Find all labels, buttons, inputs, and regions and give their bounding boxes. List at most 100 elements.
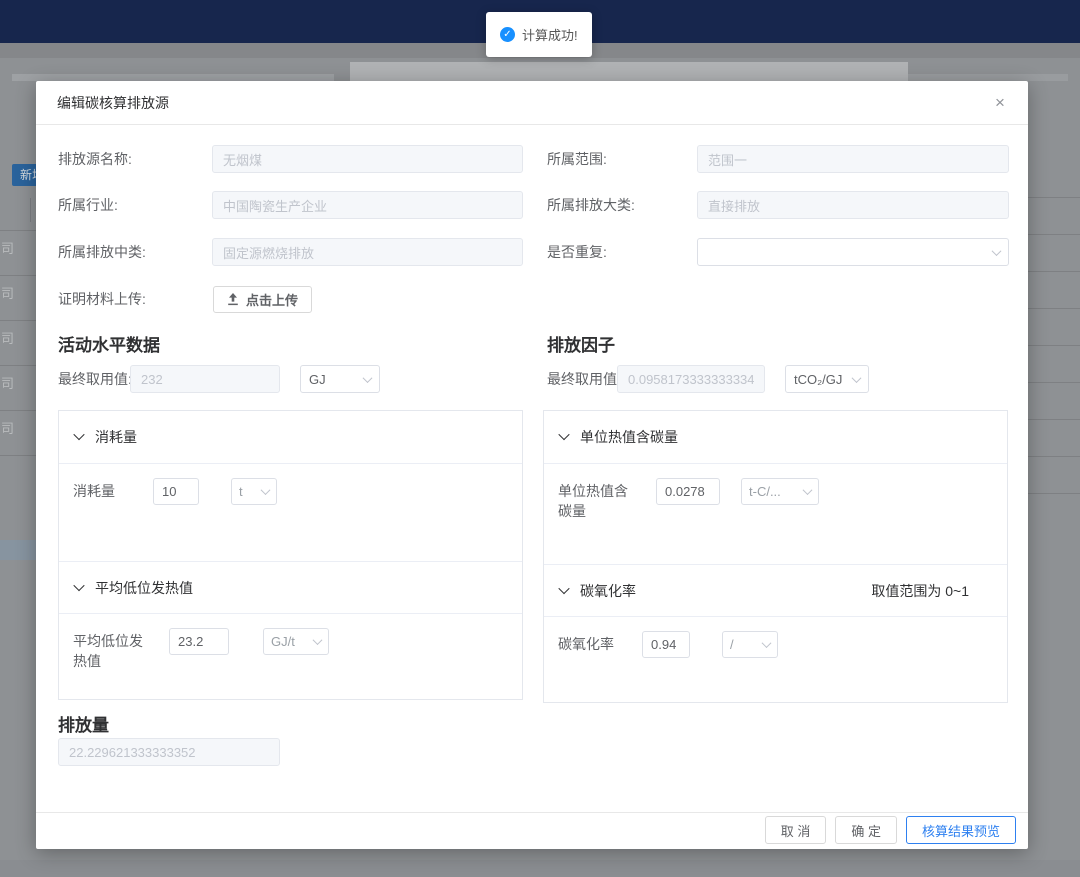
calorific-input[interactable]	[169, 628, 229, 655]
collapse-chevron-icon	[558, 582, 569, 593]
calorific-panel-body: 平均低位发热值 GJ/t	[59, 614, 522, 685]
consumption-panel-title: 消耗量	[95, 427, 137, 447]
bg-divider	[30, 198, 31, 222]
bg-row-line	[0, 275, 36, 276]
carbon-content-input[interactable]	[656, 478, 720, 505]
consumption-unit-value: t	[239, 484, 243, 499]
calorific-unit-value: GJ/t	[271, 634, 295, 649]
carbon-content-panel-header[interactable]: 单位热值含碳量	[544, 411, 1007, 464]
source-name-field	[212, 145, 523, 173]
activity-section-title: 活动水平数据	[58, 331, 160, 356]
consumption-panel-header[interactable]: 消耗量	[59, 411, 522, 464]
factor-unit-select[interactable]: tCO₂/GJ	[785, 365, 869, 393]
upload-icon	[227, 293, 239, 306]
success-toast: ✓ 计算成功!	[486, 12, 592, 57]
bg-card-left	[12, 74, 334, 81]
oxidation-row-label: 碳氧化率	[558, 631, 634, 654]
consumption-unit-select[interactable]: t	[231, 478, 277, 505]
bg-table-row-fragment: 司	[1, 328, 36, 347]
calorific-unit-select[interactable]: GJ/t	[263, 628, 329, 655]
upload-label: 证明材料上传:	[58, 285, 146, 313]
consumption-input[interactable]	[153, 478, 199, 505]
result-preview-button[interactable]: 核算结果预览	[906, 816, 1016, 844]
bg-row-line	[1028, 234, 1080, 235]
edit-emission-source-dialog: 编辑碳核算排放源 × 排放源名称: 所属范围: 所属行业: 所属排放大类: 所属…	[36, 81, 1028, 849]
bg-table-row-fragment: 司	[1, 238, 36, 257]
mid-category-label: 所属排放中类:	[58, 238, 146, 266]
chevron-down-icon	[313, 635, 323, 645]
emission-section-title: 排放量	[58, 711, 109, 736]
factor-unit-value: tCO₂/GJ	[794, 372, 842, 387]
oxidation-panel-header[interactable]: 碳氧化率 取值范围为 0~1	[544, 564, 1007, 617]
cancel-button[interactable]: 取 消	[765, 816, 827, 844]
dialog-header: 编辑碳核算排放源 ×	[36, 81, 1028, 125]
source-name-label: 排放源名称:	[58, 145, 132, 173]
activity-unit-value: GJ	[309, 372, 326, 387]
collapse-chevron-icon	[558, 429, 569, 440]
scope-label: 所属范围:	[547, 145, 607, 173]
emission-result-field	[58, 738, 280, 766]
chevron-down-icon	[261, 485, 271, 495]
screen: 新增 司 司 司 司 司 ✓ 计算成功! 编辑碳核算排放源 × 排放源名称: 所…	[0, 0, 1080, 877]
close-icon[interactable]: ×	[990, 93, 1010, 113]
bg-table-row-fragment: 司	[1, 373, 36, 392]
bg-row-line	[1028, 308, 1080, 309]
bg-row-line	[1028, 197, 1080, 198]
oxidation-unit-select[interactable]: /	[722, 631, 778, 658]
oxidation-range-note: 取值范围为 0~1	[871, 565, 969, 618]
calorific-panel-header[interactable]: 平均低位发热值	[59, 561, 522, 614]
mid-category-field	[212, 238, 523, 266]
confirm-button[interactable]: 确 定	[835, 816, 897, 844]
carbon-content-unit-value: t-C/...	[749, 484, 781, 499]
chevron-down-icon	[762, 638, 772, 648]
chevron-down-icon	[363, 373, 373, 383]
bg-table-row-fragment: 司	[1, 283, 36, 302]
oxidation-panel-title: 碳氧化率	[580, 581, 636, 601]
activity-unit-select[interactable]: GJ	[300, 365, 380, 393]
footer-buttons: 取 消 确 定 核算结果预览	[765, 816, 1016, 844]
bg-card-center	[350, 62, 908, 81]
bg-card-right	[908, 74, 1068, 81]
bg-row-line	[1028, 271, 1080, 272]
bg-row-line	[0, 365, 36, 366]
factor-card: 单位热值含碳量 单位热值含碳量 t-C/... 碳氧化率 取值范围为 0~1 碳…	[543, 410, 1008, 703]
oxidation-unit-value: /	[730, 637, 734, 652]
bg-row-line	[0, 455, 36, 456]
carbon-content-panel-body: 单位热值含碳量 t-C/...	[544, 464, 1007, 564]
factor-final-label: 最终取用值:	[547, 365, 621, 393]
upload-button[interactable]: 点击上传	[213, 286, 312, 313]
duplicate-label: 是否重复:	[547, 238, 607, 266]
chevron-down-icon	[992, 246, 1002, 256]
factor-section-title: 排放因子	[547, 331, 615, 356]
factor-final-field	[617, 365, 765, 393]
carbon-content-panel-title: 单位热值含碳量	[580, 427, 678, 447]
bg-row-line	[1028, 419, 1080, 420]
industry-label: 所属行业:	[58, 191, 118, 219]
major-category-field	[697, 191, 1009, 219]
chevron-down-icon	[803, 485, 813, 495]
bg-row-line	[1028, 493, 1080, 494]
bg-bottom-band	[0, 860, 1080, 877]
industry-field	[212, 191, 523, 219]
carbon-content-unit-select[interactable]: t-C/...	[741, 478, 819, 505]
oxidation-input[interactable]	[642, 631, 690, 658]
activity-final-field	[130, 365, 280, 393]
dialog-title: 编辑碳核算排放源	[57, 81, 169, 125]
activity-card: 消耗量 消耗量 t 平均低位发热值 平均低位发热值 GJ/t	[58, 410, 523, 700]
activity-final-label: 最终取用值:	[58, 365, 132, 393]
bg-row-line	[1028, 345, 1080, 346]
duplicate-select[interactable]	[697, 238, 1009, 266]
calorific-row-label: 平均低位发热值	[73, 628, 149, 671]
bg-row-line	[0, 230, 36, 231]
collapse-chevron-icon	[73, 579, 84, 590]
footer-divider	[36, 812, 1028, 813]
scope-field	[697, 145, 1009, 173]
calorific-panel-title: 平均低位发热值	[95, 578, 193, 598]
bg-row-line	[1028, 382, 1080, 383]
toast-message: 计算成功!	[522, 25, 578, 44]
consumption-panel-body: 消耗量 t	[59, 464, 522, 561]
major-category-label: 所属排放大类:	[547, 191, 635, 219]
consumption-row-label: 消耗量	[73, 478, 149, 501]
bg-table-row-fragment: 司	[1, 418, 36, 437]
oxidation-panel-body: 碳氧化率 /	[544, 617, 1007, 672]
